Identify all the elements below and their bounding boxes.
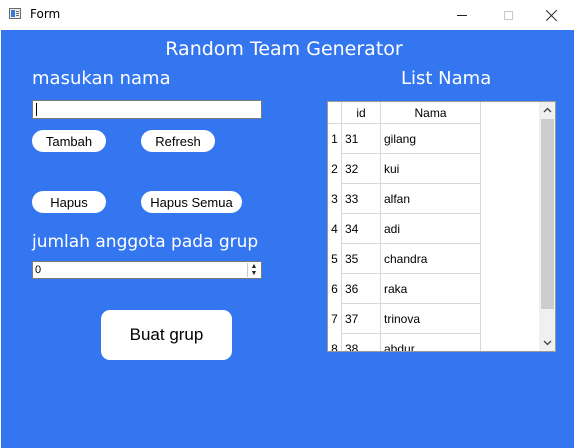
scroll-up-button[interactable] [539, 102, 555, 118]
table-row[interactable]: 3 33 alfan [328, 184, 540, 214]
group-size-spinbox[interactable]: 0 ▲ ▼ [32, 261, 262, 279]
table-corner[interactable] [328, 102, 342, 124]
close-button[interactable] [529, 0, 575, 30]
scrollbar-thumb[interactable] [541, 119, 554, 309]
row-number[interactable]: 6 [328, 274, 342, 304]
table-row[interactable]: 4 34 adi [328, 214, 540, 244]
table-row[interactable]: 2 32 kui [328, 154, 540, 184]
table-row[interactable]: 8 38 abdur [328, 334, 540, 351]
row-number[interactable]: 2 [328, 154, 342, 184]
form-client-area: Random Team Generator masukan nama List … [1, 30, 574, 448]
cell-id[interactable]: 31 [342, 124, 381, 154]
name-list-table[interactable]: id Nama 1 31 gilang 2 32 kui 3 33 alfan [327, 101, 556, 352]
column-header-id[interactable]: id [342, 102, 381, 124]
maximize-icon [503, 10, 513, 20]
chevron-down-icon [543, 340, 551, 346]
cell-nama[interactable]: kui [381, 154, 481, 184]
cell-nama[interactable]: abdur [381, 334, 481, 351]
title-bar[interactable]: Form [0, 0, 575, 30]
list-title: List Nama [401, 68, 492, 89]
cell-nama[interactable]: raka [381, 274, 481, 304]
page-title: Random Team Generator [165, 38, 403, 60]
row-number[interactable]: 4 [328, 214, 342, 244]
column-header-nama[interactable]: Nama [381, 102, 481, 124]
cell-id[interactable]: 32 [342, 154, 381, 184]
form-window: Form Random Team Generator masukan nama … [0, 0, 575, 448]
cell-nama[interactable]: gilang [381, 124, 481, 154]
buat-grup-button[interactable]: Buat grup [101, 310, 232, 360]
cell-nama[interactable]: alfan [381, 184, 481, 214]
row-number[interactable]: 8 [328, 334, 342, 351]
group-size-value: 0 [35, 264, 42, 276]
spin-up-icon[interactable]: ▲ [248, 263, 260, 270]
table-row[interactable]: 5 35 chandra [328, 244, 540, 274]
cell-id[interactable]: 35 [342, 244, 381, 274]
tambah-button[interactable]: Tambah [32, 130, 106, 152]
cell-nama[interactable]: adi [381, 214, 481, 244]
row-number[interactable]: 1 [328, 124, 342, 154]
cell-id[interactable]: 33 [342, 184, 381, 214]
vertical-scrollbar[interactable] [539, 102, 555, 351]
name-input[interactable] [32, 100, 262, 119]
text-caret [36, 103, 37, 116]
table-row[interactable]: 6 36 raka [328, 274, 540, 304]
table-row[interactable]: 1 31 gilang [328, 124, 540, 154]
cell-id[interactable]: 34 [342, 214, 381, 244]
row-number[interactable]: 3 [328, 184, 342, 214]
cell-id[interactable]: 36 [342, 274, 381, 304]
hapus-button[interactable]: Hapus [32, 191, 106, 213]
minimize-icon [457, 14, 467, 16]
chevron-up-icon [543, 107, 551, 113]
scroll-down-button[interactable] [539, 335, 555, 351]
cell-id[interactable]: 37 [342, 304, 381, 334]
refresh-button[interactable]: Refresh [141, 130, 215, 152]
window-title: Form [30, 7, 61, 21]
cell-nama[interactable]: trinova [381, 304, 481, 334]
cell-nama[interactable]: chandra [381, 244, 481, 274]
spin-buttons: ▲ ▼ [247, 263, 260, 277]
table-row[interactable]: 7 37 trinova [328, 304, 540, 334]
spin-down-icon[interactable]: ▼ [248, 270, 260, 277]
row-number[interactable]: 7 [328, 304, 342, 334]
group-size-label: jumlah anggota pada grup [32, 232, 259, 252]
table-rows: 1 31 gilang 2 32 kui 3 33 alfan 4 34 adi… [328, 124, 540, 351]
minimize-button[interactable] [439, 0, 485, 30]
row-number[interactable]: 5 [328, 244, 342, 274]
close-icon [546, 9, 558, 21]
cell-id[interactable]: 38 [342, 334, 381, 351]
maximize-button[interactable] [485, 0, 531, 30]
name-label: masukan nama [32, 68, 171, 89]
app-icon [9, 8, 21, 19]
hapus-semua-button[interactable]: Hapus Semua [141, 191, 242, 213]
